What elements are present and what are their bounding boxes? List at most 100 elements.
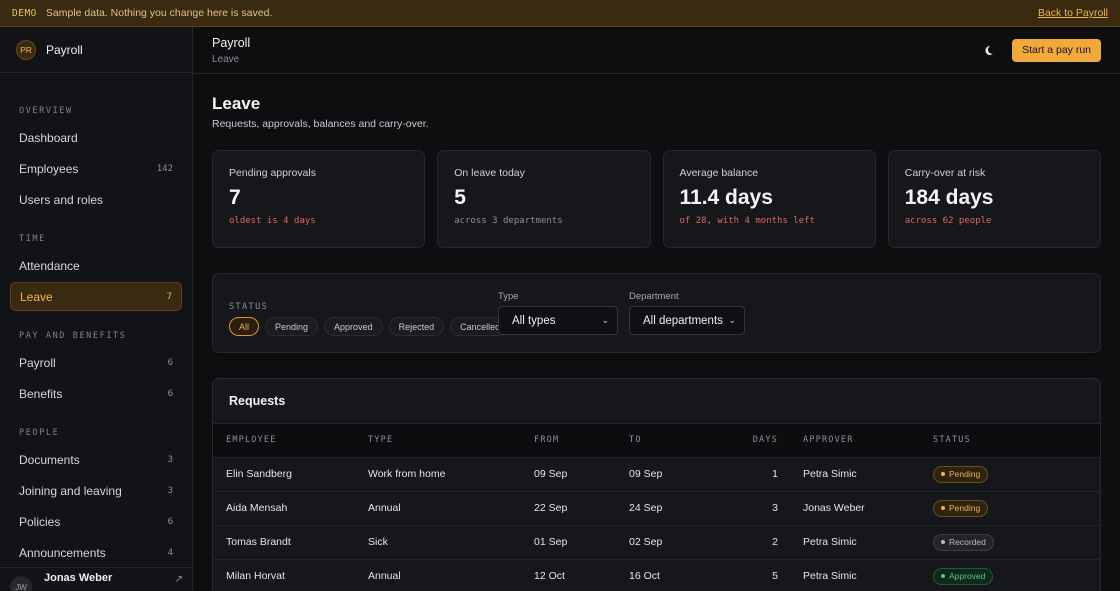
cell-days: 1 bbox=[724, 456, 778, 491]
status-dot-icon bbox=[941, 540, 945, 544]
column-header-type[interactable]: TYPE bbox=[368, 424, 534, 457]
table-row[interactable]: Tomas Brandt Sick 01 Sep 02 Sep 2 Petra Simic… bbox=[213, 524, 1100, 559]
cell-status: Approved bbox=[933, 558, 1100, 591]
back-to-payroll-link[interactable]: Back to Payroll bbox=[1038, 7, 1108, 19]
sidebar-item-count: 7 bbox=[166, 291, 172, 302]
chevron-down-icon: ⌄ bbox=[601, 315, 609, 325]
user-menu[interactable]: JW Jonas Weber ↗ bbox=[0, 567, 192, 591]
demo-tag: DEMO bbox=[12, 7, 37, 19]
status-dot-icon bbox=[941, 472, 945, 476]
sidebar-item-count: 6 bbox=[167, 357, 173, 368]
moon-icon[interactable] bbox=[976, 38, 1000, 62]
status-chip-all[interactable]: All bbox=[229, 317, 260, 336]
requests-panel: Requests EMPLOYEE TYPE FROM TO DAYS APPR… bbox=[212, 378, 1101, 591]
stat-label: On leave today bbox=[454, 167, 525, 179]
status-chip-pending[interactable]: Pending bbox=[265, 317, 319, 336]
sidebar-item-benefits[interactable]: Benefits 6 bbox=[10, 379, 182, 408]
brand-avatar: PR bbox=[16, 39, 36, 60]
sidebar-item-joining-and-leaving[interactable]: Joining and leaving 3 bbox=[10, 476, 182, 505]
topbar-subtitle: Leave bbox=[212, 53, 240, 65]
table-row[interactable]: Aida Mensah Annual 22 Sep 24 Sep 3 Jonas Webe… bbox=[213, 490, 1100, 525]
start-pay-run-button[interactable]: Start a pay run bbox=[1012, 38, 1101, 62]
status-chip-rejected[interactable]: Rejected bbox=[388, 317, 445, 336]
type-select-value: All types bbox=[512, 314, 556, 327]
sidebar-item-label: Benefits bbox=[19, 386, 63, 401]
sidebar-item-payroll[interactable]: Payroll 6 bbox=[10, 348, 182, 377]
sidebar-item-count: 3 bbox=[167, 485, 173, 496]
table-header-row: EMPLOYEE TYPE FROM TO DAYS APPROVER STAT… bbox=[213, 424, 1100, 457]
cell-approver: Petra Simic bbox=[778, 524, 933, 559]
cell-to: 24 Sep bbox=[629, 490, 724, 525]
cell-days: 5 bbox=[724, 558, 778, 591]
sidebar-item-count: 142 bbox=[156, 163, 173, 174]
stat-card-on-leave-today: On leave today 5 across 3 departments bbox=[437, 150, 651, 248]
column-header-approver[interactable]: APPROVER bbox=[778, 424, 933, 457]
type-label: Type bbox=[498, 291, 519, 302]
cell-status: Pending bbox=[933, 456, 1100, 491]
requests-table: EMPLOYEE TYPE FROM TO DAYS APPROVER STAT… bbox=[213, 424, 1100, 591]
stat-value: 184 days bbox=[904, 186, 994, 209]
department-select-value: All departments bbox=[643, 314, 723, 327]
cell-status: Pending bbox=[933, 490, 1100, 525]
status-badge-label: Approved bbox=[949, 571, 986, 582]
sidebar-item-dashboard[interactable]: Dashboard bbox=[10, 123, 182, 152]
sidebar-item-employees[interactable]: Employees 142 bbox=[10, 154, 182, 183]
table-row[interactable]: Milan Horvat Annual 12 Oct 16 Oct 5 Petra Sim… bbox=[213, 558, 1100, 591]
column-header-days[interactable]: DAYS bbox=[724, 424, 778, 457]
status-chips: All Pending Approved Rejected Cancelled bbox=[229, 317, 511, 336]
sidebar-section-time: TIME bbox=[19, 234, 46, 244]
stat-value: 5 bbox=[454, 186, 466, 209]
stat-card-pending-approvals: Pending approvals 7 oldest is 4 days bbox=[212, 150, 426, 248]
column-header-from[interactable]: FROM bbox=[534, 424, 629, 457]
stat-card-carry-over-at-risk: Carry-over at risk 184 days across 62 pe… bbox=[887, 150, 1101, 248]
column-header-status[interactable]: STATUS bbox=[933, 424, 1100, 457]
sidebar-item-announcements[interactable]: Announcements 4 bbox=[10, 538, 182, 567]
sidebar-nav: OVERVIEW Dashboard Employees 142 Users and r… bbox=[0, 106, 192, 567]
table-row[interactable]: Elin Sandberg Work from home 09 Sep 09 Sep 1… bbox=[213, 456, 1100, 491]
sidebar-item-label: Payroll bbox=[19, 355, 56, 370]
topbar-title: Payroll bbox=[212, 35, 251, 50]
sidebar-item-attendance[interactable]: Attendance bbox=[10, 251, 182, 280]
page-title: Leave bbox=[212, 94, 261, 113]
cell-status: Recorded bbox=[933, 524, 1100, 559]
cell-to: 02 Sep bbox=[629, 524, 724, 559]
cell-employee: Aida Mensah bbox=[213, 490, 368, 525]
department-select[interactable]: All departments ⌄ bbox=[629, 306, 745, 335]
brand[interactable]: PR Payroll bbox=[0, 27, 192, 73]
stat-label: Carry-over at risk bbox=[904, 167, 986, 179]
status-badge-label: Pending bbox=[949, 469, 981, 479]
stat-card-average-balance: Average balance 11.4 days of 28, with 4 … bbox=[662, 150, 876, 248]
cell-from: 01 Sep bbox=[534, 524, 629, 559]
sidebar-item-label: Documents bbox=[19, 452, 80, 467]
sign-out-icon[interactable]: ↗ bbox=[175, 574, 183, 585]
cell-type: Annual bbox=[368, 558, 534, 591]
sidebar-item-documents[interactable]: Documents 3 bbox=[10, 445, 182, 474]
status-dot-icon bbox=[941, 574, 945, 579]
column-header-employee[interactable]: EMPLOYEE bbox=[213, 424, 368, 457]
sidebar-item-count: 6 bbox=[167, 516, 173, 527]
stat-note: across 62 people bbox=[904, 216, 992, 226]
status-chip-approved[interactable]: Approved bbox=[324, 317, 383, 336]
cell-days: 3 bbox=[724, 490, 778, 525]
stat-label: Pending approvals bbox=[229, 167, 316, 179]
sidebar-item-leave[interactable]: Leave 7 bbox=[10, 282, 182, 311]
status-badge-label: Recorded bbox=[949, 537, 986, 547]
column-header-to[interactable]: TO bbox=[629, 424, 724, 457]
sidebar-item-policies[interactable]: Policies 6 bbox=[10, 507, 182, 536]
cell-employee: Tomas Brandt bbox=[213, 524, 368, 559]
cell-from: 22 Sep bbox=[534, 490, 629, 525]
type-field: Type All types ⌄ bbox=[498, 291, 618, 335]
stat-note: oldest is 4 days bbox=[229, 216, 316, 226]
sidebar-section-overview: OVERVIEW bbox=[19, 106, 73, 116]
sidebar-item-count: 3 bbox=[167, 454, 173, 465]
sidebar-item-label: Dashboard bbox=[19, 130, 78, 145]
cell-days: 2 bbox=[724, 524, 778, 559]
cell-type: Annual bbox=[368, 490, 534, 525]
stat-note: across 3 departments bbox=[454, 216, 563, 226]
chevron-down-icon: ⌄ bbox=[728, 315, 736, 325]
sidebar-section-pay-and-benefits: PAY AND BENEFITS bbox=[19, 331, 127, 341]
sidebar-section-people: PEOPLE bbox=[19, 428, 60, 438]
type-select[interactable]: All types ⌄ bbox=[498, 306, 618, 335]
sidebar-item-count: 6 bbox=[167, 388, 173, 399]
sidebar-item-users-and-roles[interactable]: Users and roles bbox=[10, 185, 182, 214]
